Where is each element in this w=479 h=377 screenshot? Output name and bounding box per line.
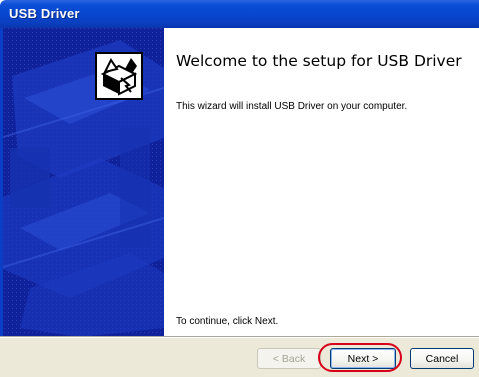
continue-instruction: To continue, click Next. [176,316,279,327]
next-button-highlight-ring [318,343,402,372]
back-button[interactable]: < Back [257,348,321,369]
title-bar[interactable]: USB Driver [0,0,479,28]
setup-box-icon [95,52,143,100]
button-footer [0,337,479,377]
welcome-heading: Welcome to the setup for USB Driver [176,52,462,70]
window-title: USB Driver [9,6,80,21]
window-left-border [0,28,3,376]
setup-wizard-window: USB Driver Welcome to the setup for USB … [0,0,479,377]
cancel-button[interactable]: Cancel [410,348,474,369]
wizard-content-area [164,28,479,337]
welcome-description: This wizard will install USB Driver on y… [176,101,408,112]
